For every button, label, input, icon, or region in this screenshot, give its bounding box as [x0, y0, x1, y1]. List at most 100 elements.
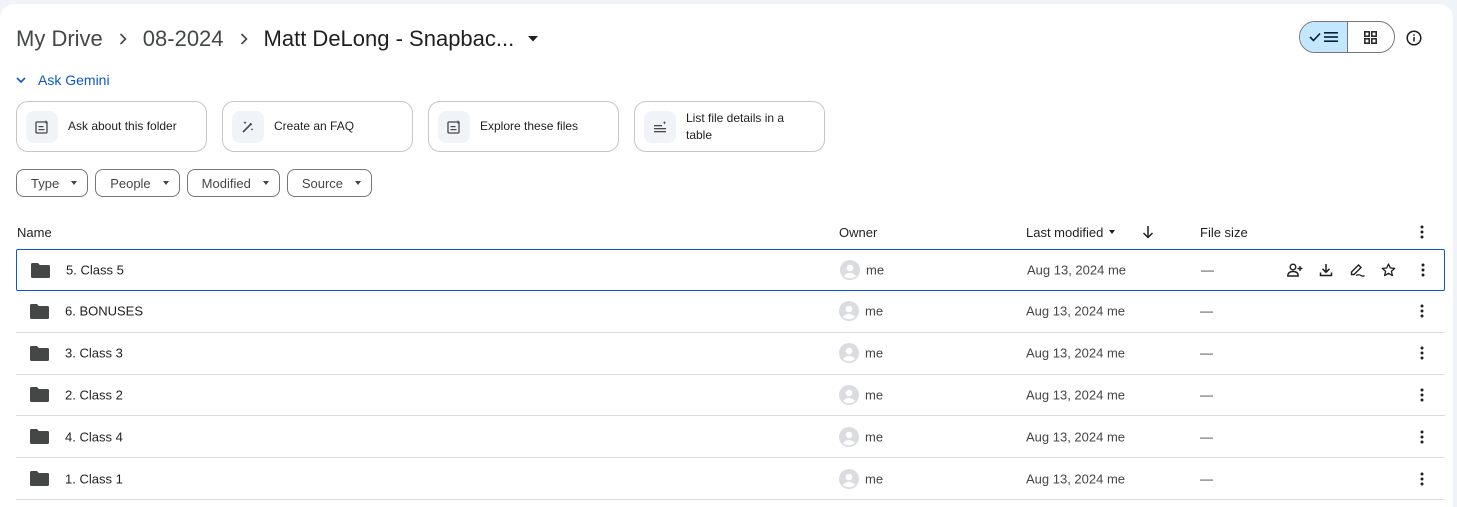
- column-header-last-modified[interactable]: Last modified: [1026, 225, 1116, 240]
- chevron-right-icon: [103, 33, 143, 45]
- drive-main-panel: My Drive 08-2024 Matt DeLong - Snapbac..…: [0, 4, 1453, 507]
- file-size: —: [1200, 345, 1213, 361]
- star-icon[interactable]: [1380, 262, 1396, 278]
- breadcrumb-current-folder[interactable]: Matt DeLong - Snapbac...: [264, 26, 515, 52]
- filter-label: Type: [31, 175, 60, 191]
- filter-label: Source: [301, 175, 344, 191]
- filter-label: Modified: [201, 175, 251, 191]
- ask-gemini-toggle[interactable]: Ask Gemini: [16, 70, 110, 90]
- last-modified: Aug 13, 2024 me: [1026, 471, 1126, 487]
- suggestion-ask-about-folder[interactable]: Ask about this folder: [16, 101, 207, 152]
- check-icon: [1309, 32, 1321, 42]
- doc-spark-icon: [26, 110, 58, 143]
- suggestion-label: Ask about this folder: [68, 119, 177, 133]
- file-size: —: [1200, 429, 1213, 445]
- owner-name: me: [866, 262, 885, 278]
- folder-icon: [30, 387, 50, 403]
- share-person-add-icon[interactable]: [1287, 262, 1303, 278]
- ask-gemini-label: Ask Gemini: [38, 72, 110, 88]
- dropdown-arrow-icon[interactable]: [520, 26, 546, 52]
- more-vert-icon[interactable]: [1414, 345, 1430, 361]
- suggestion-label: Explore these files: [480, 119, 579, 133]
- column-header-name[interactable]: Name: [17, 225, 52, 240]
- table-row[interactable]: 3. Class 3 me Aug 13, 2024 me —: [16, 333, 1445, 375]
- folder-icon: [31, 262, 51, 278]
- filter-people[interactable]: People: [95, 169, 180, 197]
- owner-name: me: [865, 345, 884, 361]
- suggestion-label: List file details in a table: [686, 110, 785, 142]
- table-row[interactable]: 2. Class 2 me Aug 13, 2024 me —: [16, 375, 1445, 417]
- more-vert-icon[interactable]: [1414, 429, 1430, 445]
- breadcrumb-folder-08-2024[interactable]: 08-2024: [143, 26, 224, 52]
- row-quick-actions: [1287, 262, 1396, 278]
- last-modified: Aug 13, 2024 me: [1026, 429, 1126, 445]
- breadcrumb-my-drive[interactable]: My Drive: [16, 26, 103, 52]
- avatar: [839, 343, 859, 364]
- file-size: —: [1200, 471, 1213, 487]
- file-name: 3. Class 3: [65, 345, 123, 361]
- magic-pen-icon: [232, 110, 264, 143]
- rename-pencil-icon[interactable]: [1349, 262, 1365, 278]
- owner-name: me: [865, 303, 884, 319]
- folder-icon: [30, 429, 50, 445]
- avatar: [839, 426, 859, 447]
- filter-label: People: [110, 175, 151, 191]
- file-list: 5. Class 5 me Aug 13, 2024 me — 6. BONUS…: [16, 249, 1445, 500]
- list-spark-icon: [644, 110, 676, 143]
- suggestion-explore-files[interactable]: Explore these files: [428, 101, 619, 152]
- info-icon[interactable]: [1402, 26, 1426, 50]
- folder-icon: [30, 345, 50, 361]
- more-vert-icon[interactable]: [1414, 224, 1430, 240]
- download-icon[interactable]: [1318, 262, 1334, 278]
- column-header-owner[interactable]: Owner: [839, 225, 877, 240]
- filter-type[interactable]: Type: [16, 169, 89, 197]
- more-vert-icon[interactable]: [1414, 303, 1430, 319]
- folder-icon: [30, 471, 50, 487]
- file-name: 6. BONUSES: [65, 303, 144, 319]
- avatar: [839, 384, 859, 405]
- file-size: —: [1200, 303, 1213, 319]
- caret-down-icon: [162, 181, 169, 185]
- last-modified: Aug 13, 2024 me: [1026, 345, 1126, 361]
- suggestion-create-faq[interactable]: Create an FAQ: [222, 101, 413, 152]
- file-name: 5. Class 5: [66, 262, 124, 278]
- more-vert-icon[interactable]: [1414, 471, 1430, 487]
- column-header-file-size[interactable]: File size: [1200, 225, 1248, 240]
- filter-source[interactable]: Source: [286, 169, 373, 197]
- avatar: [839, 468, 859, 489]
- list-icon: [1323, 32, 1338, 42]
- table-row[interactable]: 4. Class 4 me Aug 13, 2024 me —: [16, 416, 1445, 459]
- table-row[interactable]: 5. Class 5 me Aug 13, 2024 me —: [16, 249, 1445, 291]
- more-vert-icon[interactable]: [1415, 262, 1431, 278]
- suggestion-list-details-table[interactable]: List file details in a table: [634, 101, 825, 152]
- last-modified: Aug 13, 2024 me: [1027, 262, 1127, 278]
- list-view-button[interactable]: [1300, 22, 1348, 52]
- avatar: [839, 301, 859, 322]
- file-name: 1. Class 1: [65, 471, 123, 487]
- more-vert-icon[interactable]: [1414, 387, 1430, 403]
- file-name: 2. Class 2: [65, 387, 123, 403]
- table-row[interactable]: 1. Class 1 me Aug 13, 2024 me —: [16, 458, 1445, 500]
- table-row[interactable]: 6. BONUSES me Aug 13, 2024 me —: [16, 291, 1445, 333]
- table-header: Name Owner Last modified File size: [16, 215, 1445, 249]
- caret-down-icon: [71, 181, 78, 185]
- chevron-down-icon: [16, 76, 26, 84]
- file-size: —: [1201, 262, 1214, 278]
- last-modified: Aug 13, 2024 me: [1026, 387, 1126, 403]
- last-modified: Aug 13, 2024 me: [1026, 303, 1126, 319]
- caret-down-icon: [1109, 230, 1116, 234]
- file-name: 4. Class 4: [65, 429, 123, 445]
- owner-name: me: [865, 429, 884, 445]
- breadcrumb: My Drive 08-2024 Matt DeLong - Snapbac..…: [16, 22, 546, 56]
- view-toggle: [1299, 21, 1395, 53]
- caret-down-icon: [355, 181, 362, 185]
- sort-arrow-down-icon[interactable]: [1140, 223, 1156, 241]
- grid-view-button[interactable]: [1348, 22, 1395, 52]
- chevron-right-icon: [224, 33, 264, 45]
- filter-modified[interactable]: Modified: [186, 169, 280, 197]
- owner-name: me: [865, 471, 884, 487]
- gemini-suggestions: Ask about this folder Create an FAQ Expl…: [16, 101, 825, 152]
- avatar: [840, 260, 860, 280]
- file-size: —: [1200, 387, 1213, 403]
- folder-icon: [30, 303, 50, 319]
